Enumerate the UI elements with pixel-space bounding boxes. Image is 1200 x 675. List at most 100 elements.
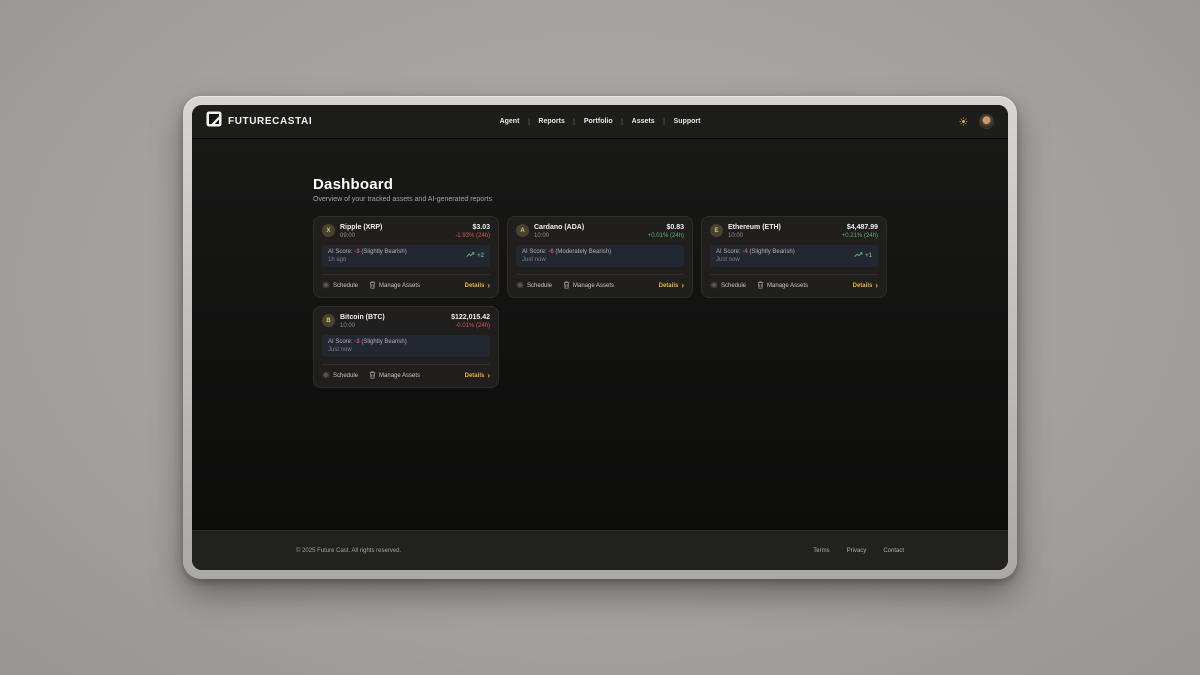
page-title: Dashboard xyxy=(313,176,887,193)
page-subtitle: Overview of your tracked assets and AI-g… xyxy=(313,196,887,203)
brand-logo[interactable]: FUTURECASTAI xyxy=(206,111,312,132)
details-label: Details xyxy=(465,283,485,289)
trash-icon xyxy=(369,281,376,291)
coin-time: 10:00 xyxy=(728,233,837,239)
asset-card: E Ethereum (ETH) 10:00 $4,487.99 +0.21% … xyxy=(701,216,887,298)
manage-assets-button[interactable]: Manage Assets xyxy=(369,371,420,381)
logo-icon xyxy=(206,111,222,132)
coin-price: $122,015.42 xyxy=(451,314,490,321)
price-change: -0.01% (24h) xyxy=(451,323,490,329)
trash-icon xyxy=(563,281,570,291)
coin-name: Ethereum (ETH) xyxy=(728,224,837,231)
chevron-right-icon: › xyxy=(487,283,490,289)
nav-item-reports[interactable]: Reports xyxy=(528,118,573,125)
coin-avatar: B xyxy=(322,314,335,327)
gear-icon xyxy=(710,281,718,291)
ai-score-box: AI Score: -3 (Slightly Bearish) 1h ago xyxy=(322,245,490,267)
coin-name: Ripple (XRP) xyxy=(340,224,450,231)
manage-assets-label: Manage Assets xyxy=(379,373,420,379)
ai-score-box: AI Score: -4 (Slightly Bearish) Just now xyxy=(710,245,878,267)
footer-links: Terms Privacy Contact xyxy=(813,548,904,554)
chevron-right-icon: › xyxy=(487,373,490,379)
coin-time: 10:00 xyxy=(534,233,643,239)
ai-score-label: AI Score: xyxy=(522,249,547,255)
asset-card: B Bitcoin (BTC) 10:00 $122,015.42 -0.01%… xyxy=(313,306,499,388)
manage-assets-button[interactable]: Manage Assets xyxy=(563,281,614,291)
coin-price: $0.83 xyxy=(648,224,684,231)
schedule-button[interactable]: Schedule xyxy=(710,281,746,291)
coin-avatar: E xyxy=(710,224,723,237)
footer-link-contact[interactable]: Contact xyxy=(883,548,904,554)
coin-price: $3.03 xyxy=(455,224,490,231)
nav-item-portfolio[interactable]: Portfolio xyxy=(574,118,622,125)
trend-value: +1 xyxy=(865,253,872,259)
app-screen: FUTURECASTAI Agent Reports Portfolio Ass… xyxy=(192,105,1008,570)
price-change: +0.21% (24h) xyxy=(842,233,878,239)
ai-score-label: AI Score: xyxy=(328,339,353,345)
details-label: Details xyxy=(659,283,679,289)
nav-item-support[interactable]: Support xyxy=(664,118,710,125)
asset-card: A Cardano (ADA) 10:00 $0.83 +0.01% (24h) xyxy=(507,216,693,298)
gear-icon xyxy=(516,281,524,291)
manage-assets-label: Manage Assets xyxy=(379,283,420,289)
schedule-label: Schedule xyxy=(333,373,358,379)
footer-link-terms[interactable]: Terms xyxy=(813,548,829,554)
ai-score-box: AI Score: -6 (Moderately Bearish) Just n… xyxy=(516,245,684,267)
app-window: FUTURECASTAI Agent Reports Portfolio Ass… xyxy=(183,96,1017,579)
chevron-right-icon: › xyxy=(875,283,878,289)
topbar-right xyxy=(959,114,994,129)
manage-assets-label: Manage Assets xyxy=(767,283,808,289)
coin-avatar: X xyxy=(322,224,335,237)
trending-up-icon xyxy=(854,252,863,260)
schedule-label: Schedule xyxy=(721,283,746,289)
ai-score-box: AI Score: -3 (Slightly Bearish) Just now xyxy=(322,335,490,357)
manage-assets-button[interactable]: Manage Assets xyxy=(757,281,808,291)
schedule-label: Schedule xyxy=(527,283,552,289)
theme-toggle-sun-icon[interactable] xyxy=(959,117,968,126)
manage-assets-label: Manage Assets xyxy=(573,283,614,289)
asset-cards-grid: X Ripple (XRP) 09:00 $3.03 -1.93% (24h) xyxy=(313,216,887,388)
ai-updated: Just now xyxy=(716,257,795,263)
asset-card: X Ripple (XRP) 09:00 $3.03 -1.93% (24h) xyxy=(313,216,499,298)
ai-sentiment: (Slightly Bearish) xyxy=(361,339,406,345)
trending-up-icon xyxy=(466,252,475,260)
footer-link-privacy[interactable]: Privacy xyxy=(847,548,867,554)
schedule-button[interactable]: Schedule xyxy=(322,281,358,291)
trend-badge: +1 xyxy=(854,252,872,260)
nav-item-assets[interactable]: Assets xyxy=(622,118,664,125)
coin-price: $4,487.99 xyxy=(842,224,878,231)
chevron-right-icon: › xyxy=(681,283,684,289)
ai-updated: 1h ago xyxy=(328,257,407,263)
coin-avatar: A xyxy=(516,224,529,237)
details-button[interactable]: Details › xyxy=(465,283,490,289)
ai-score-label: AI Score: xyxy=(328,249,353,255)
main-nav: Agent Reports Portfolio Assets Support xyxy=(491,118,710,125)
details-button[interactable]: Details › xyxy=(465,373,490,379)
coin-name: Cardano (ADA) xyxy=(534,224,643,231)
manage-assets-button[interactable]: Manage Assets xyxy=(369,281,420,291)
gear-icon xyxy=(322,281,330,291)
price-change: +0.01% (24h) xyxy=(648,233,684,239)
details-label: Details xyxy=(465,373,485,379)
brand-name: FUTURECASTAI xyxy=(228,116,312,127)
nav-item-agent[interactable]: Agent xyxy=(491,118,529,125)
trend-value: +2 xyxy=(477,253,484,259)
ai-sentiment: (Slightly Bearish) xyxy=(749,249,794,255)
ai-score-value: -3 xyxy=(354,339,359,345)
ai-score-label: AI Score: xyxy=(716,249,741,255)
schedule-button[interactable]: Schedule xyxy=(516,281,552,291)
ai-updated: Just now xyxy=(328,347,407,353)
user-avatar[interactable] xyxy=(979,114,994,129)
trash-icon xyxy=(369,371,376,381)
ai-sentiment: (Moderately Bearish) xyxy=(555,249,611,255)
details-button[interactable]: Details › xyxy=(853,283,878,289)
ai-score-value: -4 xyxy=(742,249,747,255)
schedule-label: Schedule xyxy=(333,283,358,289)
top-navigation-bar: FUTURECASTAI Agent Reports Portfolio Ass… xyxy=(192,105,1008,139)
details-button[interactable]: Details › xyxy=(659,283,684,289)
coin-time: 10:00 xyxy=(340,323,446,329)
schedule-button[interactable]: Schedule xyxy=(322,371,358,381)
details-label: Details xyxy=(853,283,873,289)
trend-badge: +2 xyxy=(466,252,484,260)
ai-updated: Just now xyxy=(522,257,611,263)
